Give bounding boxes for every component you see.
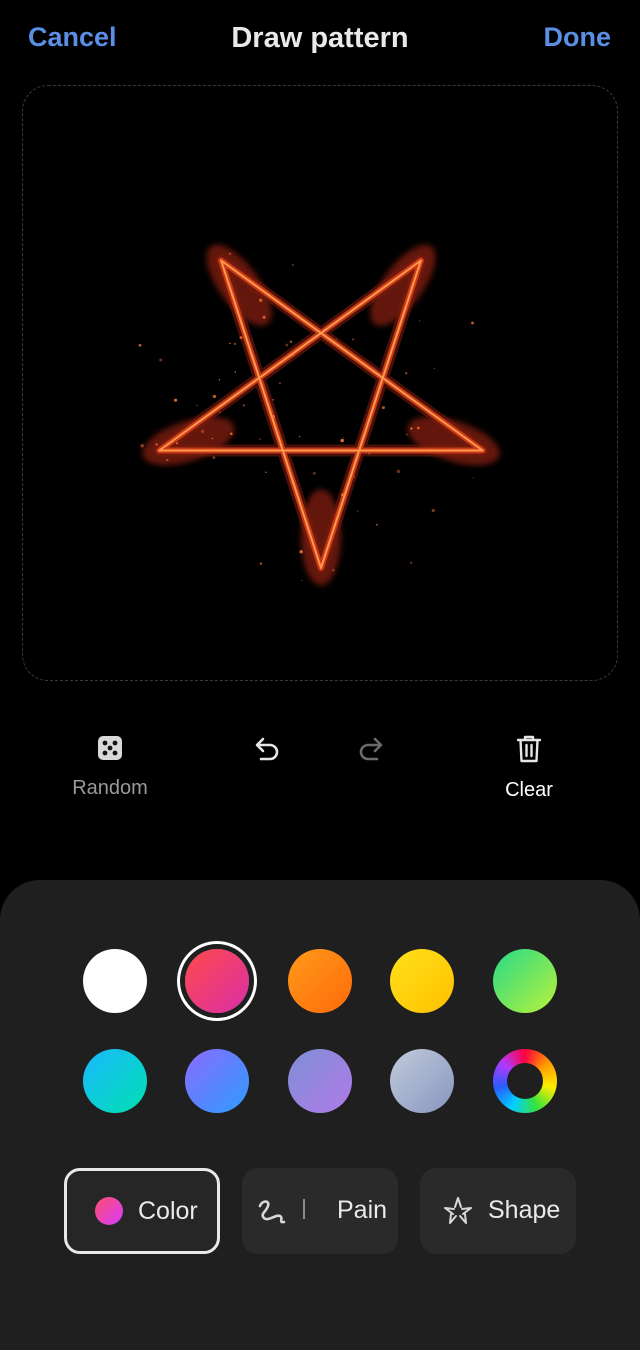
color-dot-icon: [95, 1197, 123, 1225]
dice-icon: [98, 736, 122, 760]
drawing-canvas[interactable]: [22, 85, 618, 681]
pattern-spark: [376, 523, 378, 526]
pattern-spark: [259, 298, 263, 302]
swatch-blue-violet[interactable]: [185, 1049, 249, 1113]
tab-paint[interactable]: Pain: [242, 1168, 398, 1254]
pattern-spark: [340, 438, 344, 443]
pattern-spark: [212, 456, 216, 460]
pattern-spark: [272, 398, 275, 401]
pattern-spark: [396, 469, 401, 474]
pattern-spark: [471, 321, 474, 325]
pattern-spark: [166, 458, 169, 462]
pattern-spark: [405, 372, 408, 375]
pattern-spark: [218, 379, 221, 381]
pattern-spark: [409, 561, 413, 564]
pattern-spark: [229, 342, 231, 345]
top-bar: Cancel Draw pattern Done: [0, 0, 640, 80]
redo-button[interactable]: [346, 733, 398, 765]
pattern-spark: [176, 442, 179, 445]
pattern-spark: [278, 382, 281, 385]
pattern-spark: [431, 508, 435, 513]
pattern-spark: [262, 315, 266, 319]
swatch-grey-blue[interactable]: [390, 1049, 454, 1113]
pattern-petal: [407, 416, 500, 466]
swatch-green[interactable]: [493, 949, 557, 1013]
tab-color[interactable]: Color: [64, 1168, 220, 1254]
trash-icon: [516, 735, 542, 763]
pattern-petal: [142, 416, 235, 466]
pattern-spark: [292, 264, 294, 266]
mode-tabs: Color Pain Shape: [0, 1168, 640, 1254]
pattern-spark: [200, 429, 205, 434]
pattern-spark: [259, 438, 262, 441]
cancel-button[interactable]: Cancel: [28, 22, 117, 53]
pattern-spark: [289, 340, 293, 344]
swatch-yellow[interactable]: [390, 949, 454, 1013]
pattern-spark: [239, 336, 243, 340]
custom-color-wheel-icon[interactable]: [493, 1049, 557, 1113]
pattern-spark: [155, 443, 158, 446]
pattern-spark: [332, 569, 335, 572]
pattern-spark: [282, 359, 285, 362]
clear-label: Clear: [505, 779, 553, 801]
pattern-spark: [416, 426, 420, 430]
swatch-white[interactable]: [83, 949, 147, 1013]
pattern-spark: [265, 471, 267, 473]
pattern-spark: [406, 433, 408, 436]
clear-button[interactable]: Clear: [474, 733, 584, 802]
pattern-spark: [299, 550, 303, 554]
brush-stroke-icon: [258, 1200, 286, 1224]
pattern-spark: [356, 510, 359, 513]
pattern-spark: [291, 353, 294, 357]
tab-shape[interactable]: Shape: [420, 1168, 576, 1254]
pattern-spark: [234, 342, 236, 345]
pattern-spark: [353, 476, 355, 478]
pattern-spark: [410, 427, 413, 430]
pattern-spark: [433, 367, 436, 370]
pattern-spark: [418, 320, 421, 322]
undo-icon: [255, 737, 279, 761]
pattern-spark: [212, 394, 217, 399]
pattern-spark: [230, 432, 233, 436]
swatch-lavender[interactable]: [288, 1049, 352, 1113]
pattern-spark: [196, 404, 198, 407]
pattern-spark: [138, 343, 142, 347]
swatch-cyan[interactable]: [83, 1049, 147, 1113]
pattern-spark: [342, 437, 344, 439]
pattern-spark: [229, 253, 231, 255]
random-label: Random: [72, 777, 148, 799]
tab-paint-label: Pain: [337, 1196, 388, 1224]
pattern-spark: [285, 343, 289, 347]
pattern-spark: [140, 444, 144, 448]
random-button[interactable]: Random: [55, 733, 165, 800]
tab-color-label: Color: [138, 1197, 198, 1225]
undo-button[interactable]: [240, 733, 292, 765]
pattern-spark: [219, 411, 221, 413]
pattern-spark: [159, 358, 163, 362]
pattern-spark: [259, 562, 263, 565]
swatch-pink-red[interactable]: [185, 949, 249, 1013]
pattern-spark: [271, 415, 276, 419]
done-button[interactable]: Done: [544, 22, 612, 53]
paint-divider: [303, 1199, 305, 1219]
pattern-spark: [472, 477, 474, 479]
shape-pattern-icon: [444, 1197, 472, 1224]
pattern-spark: [234, 371, 237, 373]
pattern-spark: [211, 437, 213, 440]
pattern-spark: [381, 406, 385, 410]
pattern-spark: [312, 471, 316, 475]
pattern-spark: [352, 338, 355, 341]
pattern-spark: [301, 579, 303, 582]
pentagram-pattern: [138, 244, 500, 586]
pattern-spark: [341, 493, 344, 497]
pattern-spark: [335, 338, 338, 341]
pattern-spark: [298, 435, 301, 438]
pattern-spark: [368, 452, 371, 455]
tab-shape-label: Shape: [488, 1196, 561, 1224]
redo-icon: [359, 737, 383, 761]
pattern-spark: [242, 404, 245, 407]
pattern-spark: [174, 398, 178, 402]
swatch-orange[interactable]: [288, 949, 352, 1013]
